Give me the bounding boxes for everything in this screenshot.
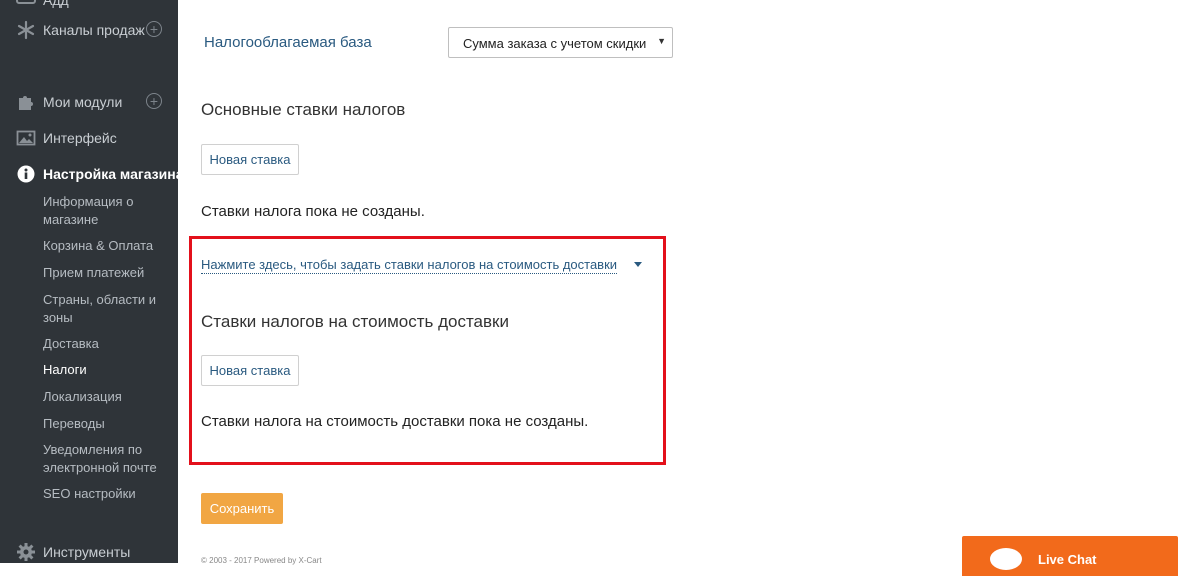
tax-base-select-value: Сумма заказа с учетом скидки	[463, 36, 647, 51]
no-rates-text: Ставки налога пока не созданы.	[201, 203, 425, 220]
sidebar-item-store-settings[interactable]: Настройка магазина	[0, 162, 178, 186]
sidebar-item-tools[interactable]: Инструменты	[0, 540, 178, 563]
sidebar: Адд Каналы продаж + Мои модули + Интерфе…	[0, 0, 178, 563]
sidebar-subitem-seo-settings[interactable]: SEO настройки	[43, 485, 168, 503]
puzzle-icon	[19, 96, 33, 110]
sidebar-subitem-localization[interactable]: Локализация	[43, 388, 168, 406]
sidebar-subitem-store-info[interactable]: Информация о магазине	[43, 193, 168, 229]
image-icon	[16, 130, 36, 146]
footer-copyright: © 2003 - 2017 Powered by X-Cart	[201, 556, 322, 565]
sidebar-item-sales-channels[interactable]: Каналы продаж +	[0, 18, 178, 42]
sidebar-item-label: Каналы продаж	[43, 22, 145, 38]
live-chat-label: Live Chat	[1038, 552, 1097, 567]
tax-base-select[interactable]: Сумма заказа с учетом скидки ▼	[448, 27, 673, 58]
live-chat-button[interactable]: Live Chat	[962, 536, 1178, 576]
sidebar-item-label: Интерфейс	[43, 130, 117, 146]
add-module-icon[interactable]: +	[146, 93, 162, 109]
sidebar-item-my-modules[interactable]: Мои модули +	[0, 90, 178, 114]
caret-down-icon[interactable]	[634, 262, 642, 267]
sidebar-item-label: Инструменты	[43, 544, 131, 560]
dropdown-arrow-icon: ▼	[657, 36, 666, 46]
sidebar-subitem-translations[interactable]: Переводы	[43, 415, 168, 433]
sidebar-item-label: Мои модули	[43, 94, 123, 110]
sidebar-item-addons-label[interactable]: Адд	[43, 0, 69, 8]
sidebar-subitem-taxes[interactable]: Налоги	[43, 361, 168, 379]
info-icon	[17, 165, 35, 183]
sidebar-subitem-cart-payment[interactable]: Корзина & Оплата	[43, 237, 168, 255]
add-sales-channel-icon[interactable]: +	[146, 21, 162, 37]
addons-icon	[16, 0, 36, 4]
sidebar-subitem-email-notifications[interactable]: Уведомления по электронной почте	[43, 441, 168, 477]
new-shipping-rate-button[interactable]: Новая ставка	[201, 355, 299, 386]
save-button[interactable]: Сохранить	[201, 493, 283, 524]
asterisk-icon	[17, 20, 35, 40]
new-rate-button[interactable]: Новая ставка	[201, 144, 299, 175]
shipping-rates-heading: Ставки налогов на стоимость доставки	[201, 312, 509, 331]
sidebar-subitem-countries-zones[interactable]: Страны, области и зоны	[43, 291, 168, 327]
sidebar-item-label: Настройка магазина	[43, 166, 178, 182]
tax-base-label: Налогооблагаемая база	[204, 34, 372, 51]
no-shipping-rates-text: Ставки налога на стоимость доставки пока…	[201, 413, 589, 430]
shipping-rates-toggle-link[interactable]: Нажмите здесь, чтобы задать ставки налог…	[201, 256, 618, 274]
gear-icon	[17, 543, 35, 561]
chat-bubble-icon	[990, 548, 1022, 570]
sidebar-subitem-shipping[interactable]: Доставка	[43, 335, 168, 353]
sidebar-item-interface[interactable]: Интерфейс	[0, 126, 178, 150]
sidebar-subitem-payment-methods[interactable]: Прием платежей	[43, 264, 168, 282]
main-rates-heading: Основные ставки налогов	[201, 100, 406, 119]
